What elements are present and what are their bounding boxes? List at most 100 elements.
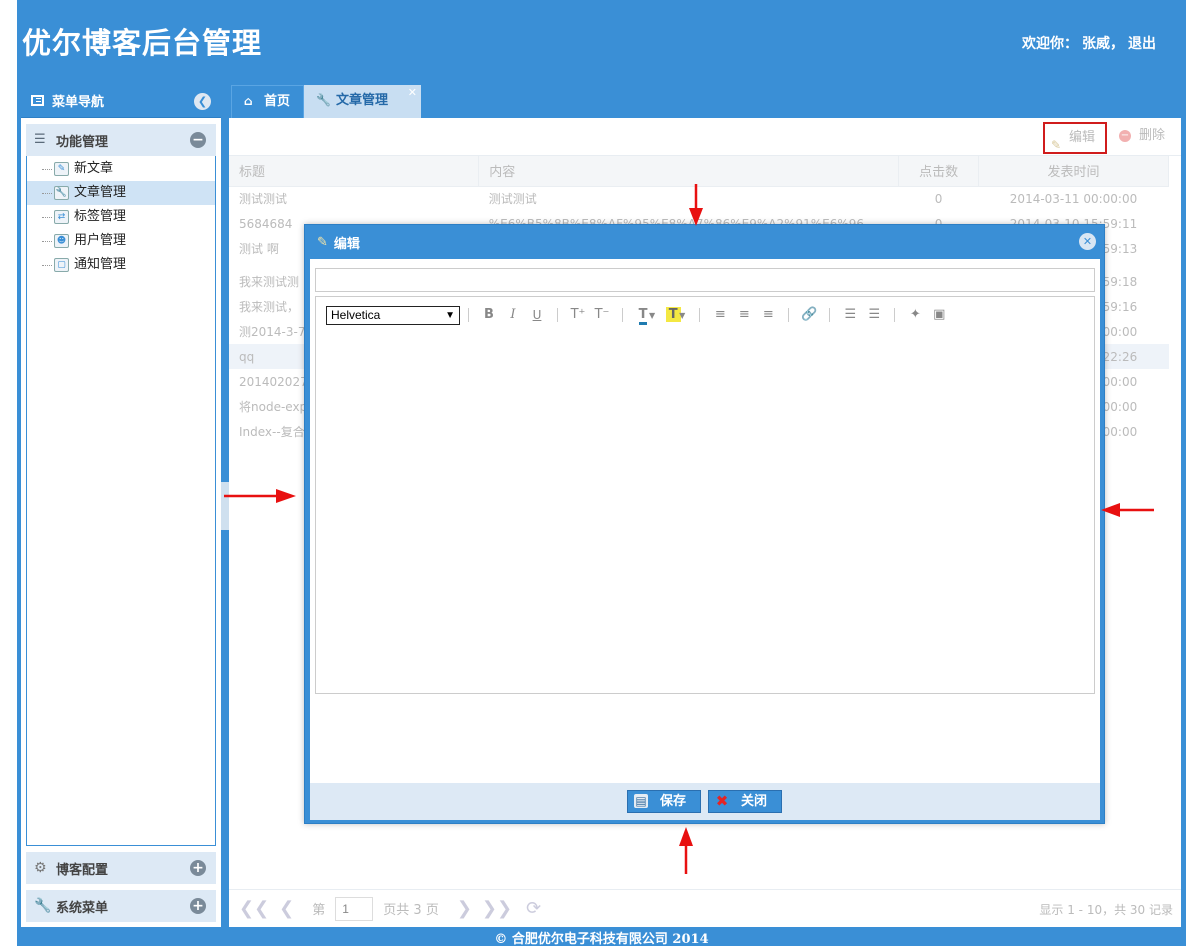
prev-page-icon[interactable]: ❮ xyxy=(279,898,294,919)
subscript-icon[interactable]: T⁻ xyxy=(590,305,614,325)
panel-blog-config[interactable]: ⚙ 博客配置 + xyxy=(26,852,216,884)
plus-icon[interactable]: + xyxy=(190,898,206,914)
dialog-footer: ▤ 保存 ✖ 关闭 xyxy=(310,783,1100,820)
link-icon[interactable]: 🔗 xyxy=(797,305,821,325)
sidebar: 菜单导航 ❮ ☰ 功能管理 − ✎ 新文章 🔧 文章管理 ⇄ 标签管理 ☻ 用户… xyxy=(21,84,221,927)
panel-blog-config-label: 博客配置 xyxy=(56,862,109,878)
dialog-close-icon[interactable]: ✕ xyxy=(1079,233,1096,250)
article-title-input[interactable] xyxy=(315,268,1095,292)
dialog-title: 编辑 xyxy=(333,236,360,252)
unordered-list-icon[interactable]: ☰ xyxy=(862,305,886,325)
next-page-icon[interactable]: ❯ xyxy=(457,898,472,919)
floppy-disk-icon: ▤ xyxy=(634,794,648,808)
bold-icon[interactable]: B xyxy=(477,305,501,325)
pencil-icon: ✎ xyxy=(1051,138,1062,152)
delete-button-label: 删除 xyxy=(1139,128,1166,143)
logout-link[interactable]: 退出 xyxy=(1128,36,1156,52)
caret-down-icon[interactable]: ▼ xyxy=(679,311,685,320)
save-button[interactable]: ▤ 保存 xyxy=(627,790,701,813)
grid-header-row: 标题 内容 点击数 发表时间 xyxy=(229,156,1169,187)
arrow-left-icon xyxy=(1101,503,1154,517)
panel-feature-manage[interactable]: ☰ 功能管理 − xyxy=(26,124,216,156)
sidebar-header: 菜单导航 ❮ xyxy=(21,84,221,118)
insert-image-icon[interactable]: ▣ xyxy=(927,305,951,325)
wrench-icon: 🔧 xyxy=(34,898,52,914)
dialog-body: Helvetica ▼ B I U T⁺ T⁻ T ▼ T ▼ ≡ ≡ ≡ 🔗 … xyxy=(310,259,1100,783)
close-button[interactable]: ✖ 关闭 xyxy=(708,790,782,813)
page-suffix: 页共 3 页 xyxy=(383,903,439,918)
article-manage-icon: 🔧 xyxy=(54,186,69,200)
tree-item-label: 文章管理 xyxy=(74,185,127,200)
app-title: 优尔博客后台管理 xyxy=(22,26,263,60)
plus-icon[interactable]: + xyxy=(190,860,206,876)
user-name: 张威， xyxy=(1082,36,1124,52)
caret-down-icon: ▼ xyxy=(445,309,455,321)
pagination: ❮❮ ❮ 第 页共 3 页 ❯ ❯❯ ⟳ 显示 1 - 10，共 30 记录 xyxy=(229,889,1181,927)
gear-icon: ⚙ xyxy=(34,860,47,876)
tag-icon: ⇄ xyxy=(54,210,69,224)
tree-item-article-manage[interactable]: 🔧 文章管理 xyxy=(27,181,215,205)
grid-toolbar: ✎ 编辑 − 删除 xyxy=(229,118,1181,156)
superscript-icon[interactable]: T⁺ xyxy=(566,305,590,325)
align-right-icon[interactable]: ≡ xyxy=(756,305,780,325)
article-icon: 🔧 xyxy=(316,93,331,107)
arrow-up-icon xyxy=(679,827,693,874)
font-family-select[interactable]: Helvetica ▼ xyxy=(326,305,460,325)
collapse-left-icon[interactable]: ❮ xyxy=(194,93,211,110)
underline-icon[interactable]: U xyxy=(525,305,549,325)
tree-item-new-article[interactable]: ✎ 新文章 xyxy=(27,157,215,181)
save-button-label: 保存 xyxy=(660,794,687,809)
tree-item-tag-manage[interactable]: ⇄ 标签管理 xyxy=(27,205,215,229)
page-summary: 显示 1 - 10，共 30 记录 xyxy=(1039,903,1173,917)
col-content[interactable]: 内容 xyxy=(478,156,900,187)
col-title[interactable]: 标题 xyxy=(229,156,480,187)
align-left-icon[interactable]: ≡ xyxy=(708,305,732,325)
edit-dialog: ✎ 编辑 ✕ Helvetica ▼ B I U T⁺ T⁻ T ▼ T ▼ ≡… xyxy=(304,224,1105,824)
close-button-label: 关闭 xyxy=(741,794,768,809)
tree-item-user-manage[interactable]: ☻ 用户管理 xyxy=(27,229,215,253)
dialog-header[interactable]: ✎ 编辑 ✕ xyxy=(305,225,1104,259)
tree-item-label: 标签管理 xyxy=(74,209,127,224)
sidebar-title: 菜单导航 xyxy=(52,95,105,110)
col-clicks[interactable]: 点击数 xyxy=(898,156,980,187)
delete-button[interactable]: − 删除 xyxy=(1117,122,1177,154)
home-icon: ⌂ xyxy=(244,94,253,108)
panel-feature-manage-label: 功能管理 xyxy=(56,134,109,150)
menu-icon xyxy=(31,95,44,106)
clear-format-icon[interactable]: ✦ xyxy=(903,305,927,325)
align-center-icon[interactable]: ≡ xyxy=(732,305,756,325)
users-icon: ☻ xyxy=(54,234,69,248)
notice-icon: ▢ xyxy=(54,258,69,272)
refresh-icon[interactable]: ⟳ xyxy=(526,898,541,919)
page-number-input[interactable] xyxy=(335,896,374,921)
minus-icon[interactable]: − xyxy=(190,132,206,148)
tab-home-label: 首页 xyxy=(264,94,291,109)
delete-icon: − xyxy=(1119,130,1131,142)
new-article-icon: ✎ xyxy=(54,162,69,176)
edit-button-label: 编辑 xyxy=(1069,130,1096,145)
rich-text-editor: Helvetica ▼ B I U T⁺ T⁻ T ▼ T ▼ ≡ ≡ ≡ 🔗 … xyxy=(315,296,1095,694)
tab-home[interactable]: ⌂ 首页 xyxy=(231,85,304,118)
tab-article-label: 文章管理 xyxy=(336,93,389,108)
panel-system-menu-label: 系统菜单 xyxy=(56,900,109,916)
col-date[interactable]: 发表时间 xyxy=(978,156,1169,187)
font-family-value: Helvetica xyxy=(331,307,381,322)
ordered-list-icon[interactable]: ☰ xyxy=(838,305,862,325)
arrow-right-icon xyxy=(224,489,296,503)
last-page-icon[interactable]: ❯❯ xyxy=(482,898,512,919)
feature-tree: ✎ 新文章 🔧 文章管理 ⇄ 标签管理 ☻ 用户管理 ▢ 通知管理 xyxy=(26,156,216,846)
caret-down-icon[interactable]: ▼ xyxy=(649,311,655,320)
tree-item-label: 通知管理 xyxy=(74,257,127,272)
first-page-icon[interactable]: ❮❮ xyxy=(239,898,269,919)
close-icon: ✖ xyxy=(715,792,729,810)
tab-close-icon[interactable]: ✕ xyxy=(408,77,417,108)
user-area: 欢迎你： 张威， 退出 xyxy=(1018,33,1156,53)
panel-system-menu[interactable]: 🔧 系统菜单 + xyxy=(26,890,216,922)
welcome-text: 欢迎你： xyxy=(1022,36,1078,52)
tree-item-notice-manage[interactable]: ▢ 通知管理 xyxy=(27,253,215,277)
arrow-down-icon xyxy=(689,184,703,226)
italic-icon[interactable]: I xyxy=(501,305,525,325)
tab-article-manage[interactable]: 🔧 文章管理 ✕ xyxy=(304,85,421,118)
edit-button[interactable]: ✎ 编辑 xyxy=(1043,122,1107,154)
tab-bar: ⌂ 首页 🔧 文章管理 ✕ xyxy=(229,84,1181,118)
